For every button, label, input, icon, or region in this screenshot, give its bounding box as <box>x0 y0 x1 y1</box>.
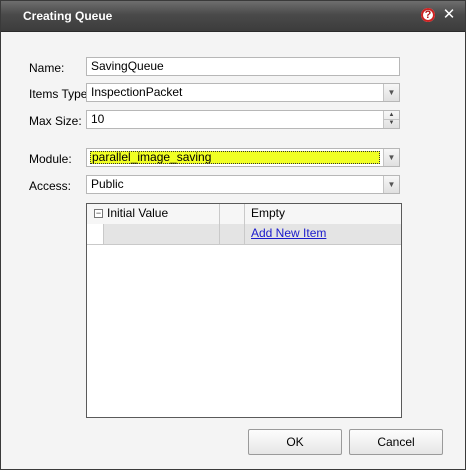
title-bar: Creating Queue ? ✕ <box>1 1 465 32</box>
empty-header: Empty <box>251 206 286 220</box>
spin-down-icon[interactable]: ▼ <box>384 119 399 127</box>
creating-queue-dialog: Creating Queue ? ✕ Name: SavingQueue Ite… <box>0 0 466 470</box>
chevron-down-icon[interactable]: ▼ <box>383 84 399 101</box>
max-size-spinner[interactable]: 10 ▲ ▼ <box>86 110 400 129</box>
items-type-value: InspectionPacket <box>91 85 183 99</box>
add-new-item-link[interactable]: Add New Item <box>251 226 326 240</box>
row-spacer-cell <box>220 224 245 244</box>
table-row: Add New Item <box>87 224 401 245</box>
max-size-value: 10 <box>91 112 105 126</box>
grid-header: − Initial Value Empty <box>87 204 401 225</box>
max-size-label: Max Size: <box>29 114 82 128</box>
dialog-body: Name: SavingQueue Items Type: Inspection… <box>1 32 465 469</box>
chevron-down-icon[interactable]: ▼ <box>383 176 399 193</box>
name-input[interactable]: SavingQueue <box>86 57 400 76</box>
spinner-buttons: ▲ ▼ <box>383 111 399 128</box>
module-select[interactable]: parallel_image_saving ▼ <box>86 148 400 167</box>
module-value: parallel_image_saving <box>90 151 380 164</box>
row-value-cell[interactable] <box>104 224 220 244</box>
grid-header-col2 <box>220 204 245 224</box>
grid-header-col1: − Initial Value <box>87 204 220 224</box>
access-label: Access: <box>29 179 72 193</box>
row-action-cell: Add New Item <box>245 224 401 244</box>
module-label: Module: <box>29 152 72 166</box>
help-icon[interactable]: ? <box>421 8 435 22</box>
items-type-label: Items Type: <box>29 87 91 101</box>
chevron-down-icon[interactable]: ▼ <box>383 149 399 166</box>
initial-value-header: Initial Value <box>107 206 169 220</box>
access-value: Public <box>91 177 124 191</box>
dialog-title: Creating Queue <box>23 9 113 23</box>
collapse-icon[interactable]: − <box>94 209 103 218</box>
items-type-select[interactable]: InspectionPacket ▼ <box>86 83 400 102</box>
ok-button[interactable]: OK <box>248 429 342 455</box>
cancel-button[interactable]: Cancel <box>349 429 443 455</box>
name-label: Name: <box>29 61 65 75</box>
close-icon[interactable]: ✕ <box>441 6 457 24</box>
name-value: SavingQueue <box>91 59 164 73</box>
row-indicator <box>87 224 104 244</box>
access-select[interactable]: Public ▼ <box>86 175 400 194</box>
initial-value-grid[interactable]: − Initial Value Empty Add New Item <box>86 203 402 418</box>
